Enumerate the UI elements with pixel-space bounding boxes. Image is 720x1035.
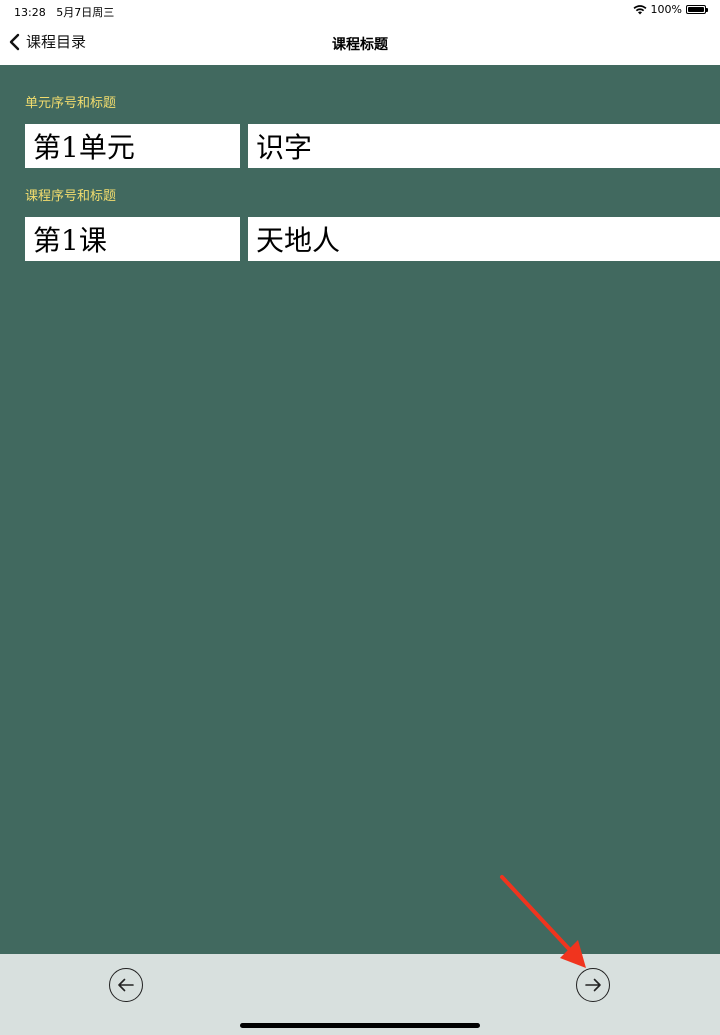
screen: 13:28 5月7日周三 100% 课程目录 课程标题 单元序号和标题 第1单元… (0, 0, 720, 1035)
lesson-editor: 单元序号和标题 第1单元 识字 课程序号和标题 第1课 天地人 (0, 65, 720, 954)
previous-button[interactable] (109, 968, 143, 1002)
wifi-icon (633, 5, 647, 15)
unit-section-label: 单元序号和标题 (25, 96, 117, 111)
status-indicators: 100% (633, 3, 708, 16)
unit-number-field[interactable]: 第1单元 (25, 124, 240, 168)
page-title: 课程标题 (332, 37, 388, 53)
status-time: 13:28 5月7日周三 (14, 4, 114, 20)
next-button[interactable] (576, 968, 610, 1002)
bottom-toolbar (0, 954, 720, 1035)
arrow-right-icon (585, 978, 601, 992)
arrow-left-icon (118, 978, 134, 992)
status-bar: 13:28 5月7日周三 100% (0, 0, 720, 22)
unit-title-field[interactable]: 识字 (248, 124, 720, 168)
status-clock: 13:28 (14, 6, 46, 19)
lesson-number-field[interactable]: 第1课 (25, 217, 240, 261)
battery-percent: 100% (650, 3, 682, 16)
lesson-title-field[interactable]: 天地人 (248, 217, 720, 261)
lesson-section-label: 课程序号和标题 (25, 189, 117, 204)
home-indicator (240, 1023, 480, 1028)
nav-bar: 课程目录 课程标题 (0, 22, 720, 66)
status-date: 5月7日周三 (56, 6, 115, 19)
battery-icon (686, 5, 708, 14)
